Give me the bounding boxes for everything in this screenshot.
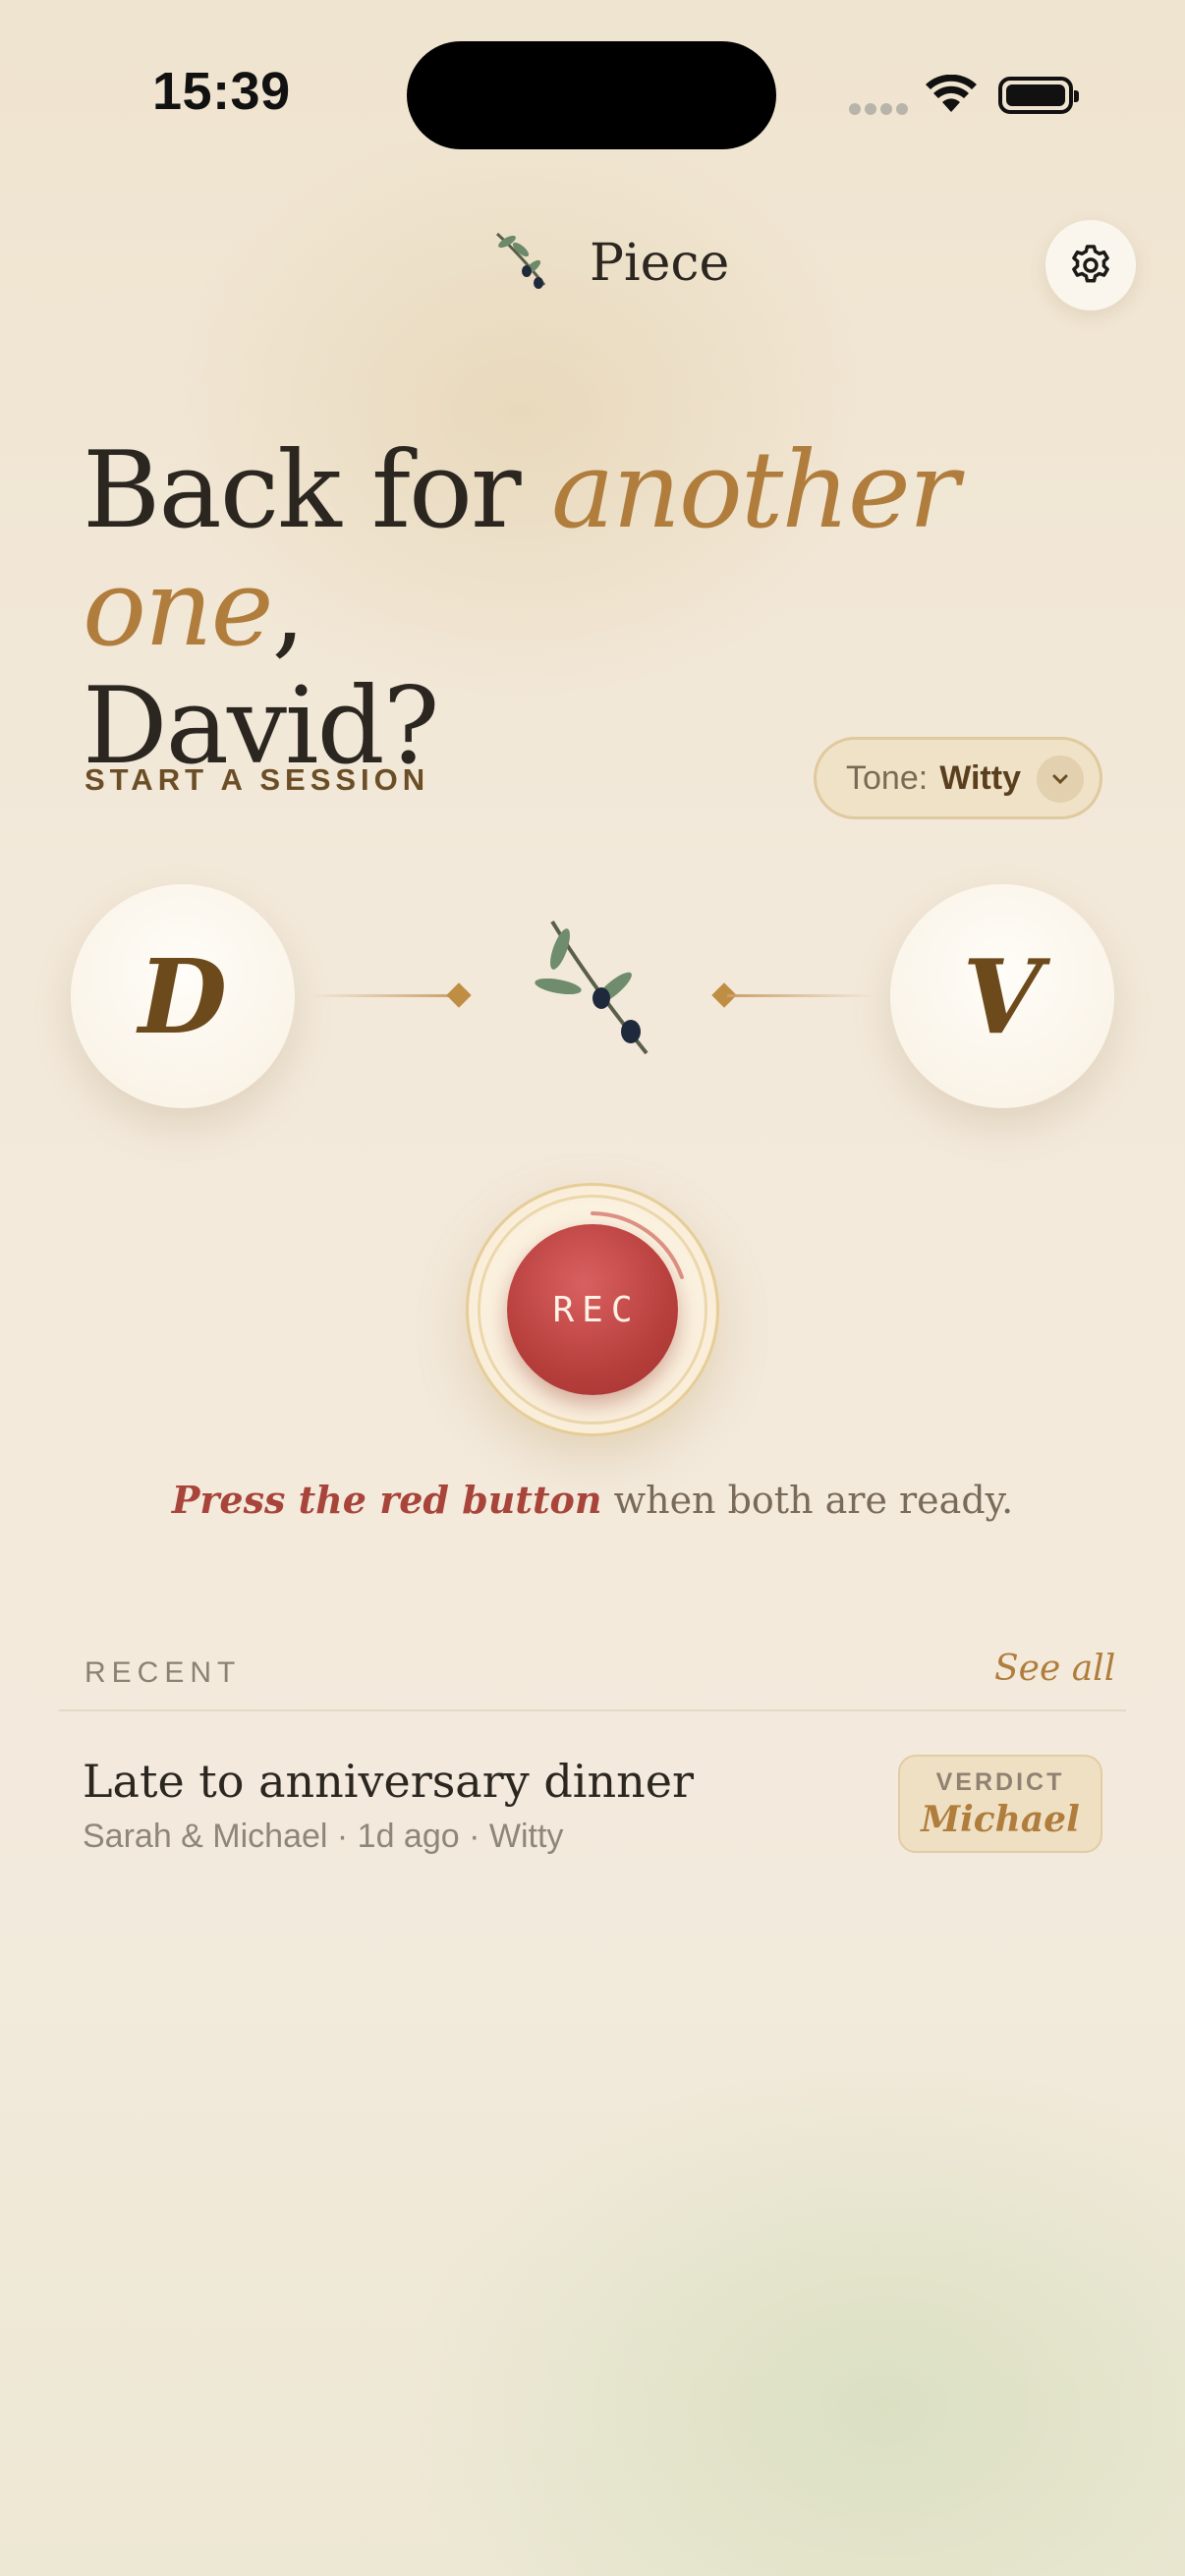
cellular-signal-icon (849, 102, 912, 120)
record-button[interactable]: REC (507, 1224, 678, 1395)
recent-item-title: Late to anniversary dinner (83, 1755, 694, 1808)
verdict-badge: VERDICT Michael (898, 1755, 1102, 1853)
settings-button[interactable] (1045, 220, 1136, 310)
dynamic-island (407, 41, 776, 149)
greeting-suffix: , (271, 547, 306, 670)
tone-label: Tone: (846, 758, 929, 797)
chevron-down-icon (1037, 756, 1084, 803)
hint-rest: when both are ready. (601, 1479, 1014, 1522)
battery-icon (998, 77, 1079, 114)
tone-value: Witty (939, 758, 1021, 797)
participant-avatar-left[interactable]: D (71, 884, 295, 1108)
see-all-link[interactable]: See all (994, 1649, 1115, 1689)
greeting-headline: Back for another one, David? (83, 432, 1124, 786)
connector-line-right (727, 994, 875, 997)
tone-selector[interactable]: Tone: Witty (814, 737, 1102, 819)
participant-avatar-right[interactable]: V (890, 884, 1114, 1108)
wifi-icon (924, 74, 979, 119)
section-label-start-session: START A SESSION (85, 762, 430, 797)
connector-line-left (309, 994, 456, 997)
greeting-prefix: Back for (83, 429, 551, 552)
app-title: Piece (590, 234, 730, 293)
hint-emphasis: Press the red button (171, 1478, 602, 1522)
olive-branch-icon (491, 228, 552, 298)
divider (59, 1709, 1126, 1711)
record-hint: Press the red button when both are ready… (0, 1478, 1185, 1522)
section-label-recent: RECENT (85, 1656, 242, 1689)
olive-branch-icon (531, 914, 658, 1066)
diamond-icon (446, 982, 472, 1008)
gear-icon (1072, 245, 1109, 283)
status-time: 15:39 (152, 62, 291, 121)
verdict-label: VERDICT (935, 1768, 1065, 1796)
verdict-name: Michael (921, 1799, 1080, 1840)
recent-item-meta: Sarah & Michael · 1d ago · Witty (83, 1818, 564, 1855)
